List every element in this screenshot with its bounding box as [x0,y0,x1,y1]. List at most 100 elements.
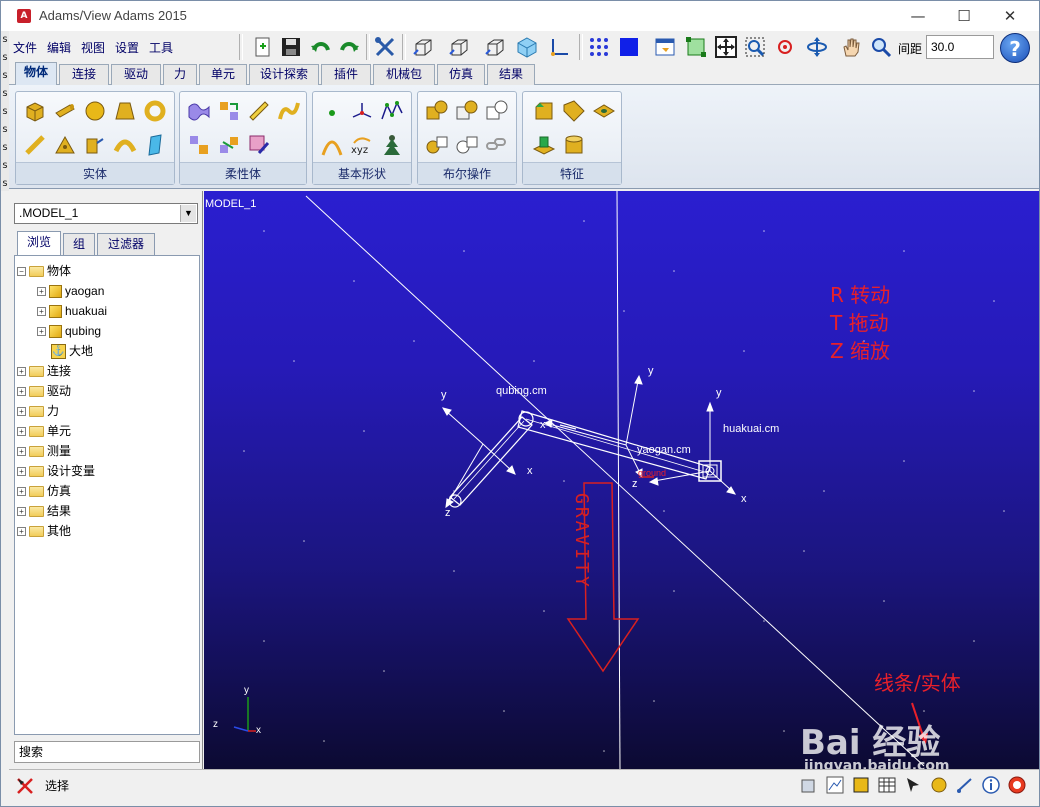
maximize-button[interactable]: ☐ [941,1,987,31]
boolean-cut-tool[interactable] [484,98,510,124]
tree-node-design-variables[interactable]: + 设计变量 [17,462,95,480]
fillet-tool[interactable] [561,98,587,124]
tree-node-yaogan[interactable]: + yaogan [37,282,104,300]
minimize-button[interactable]: — [895,1,941,31]
expand-icon[interactable]: + [37,307,46,317]
tree-node-simulations[interactable]: + 仿真 [17,482,71,500]
boolean-merge-tool[interactable] [454,132,480,158]
extrusion-tool[interactable] [82,132,108,158]
menu-edit[interactable]: 编辑 [47,39,71,56]
tab-machinery[interactable]: 机械包 [373,64,435,85]
cylinder-tool[interactable] [52,98,78,124]
plane-tool[interactable] [142,132,168,158]
statusbar-arrow-button[interactable] [901,773,925,797]
fit-view-button[interactable] [682,34,710,60]
grid-button[interactable] [585,34,613,60]
coordinate-axes-button[interactable] [545,34,573,60]
hollow-tool[interactable] [561,132,587,158]
center-button[interactable] [771,34,799,60]
tab-design-exploration[interactable]: 设计探索 [249,64,319,85]
tab-results[interactable]: 结果 [487,64,535,85]
background-color-button[interactable] [615,34,643,60]
model-selector[interactable]: .MODEL_1 ▼ [14,203,198,224]
statusbar-table-button[interactable] [875,773,899,797]
menu-tools[interactable]: 工具 [149,39,173,56]
view-front-button[interactable] [445,34,473,60]
tab-forces[interactable]: 力 [163,64,197,85]
save-button[interactable] [277,34,305,60]
revolution-tool[interactable] [112,132,138,158]
tab-bodies[interactable]: 物体 [15,62,57,86]
tools-button[interactable] [371,34,399,60]
polyline-tool[interactable] [379,98,405,124]
flex-surface-tool[interactable] [186,98,212,124]
expand-icon[interactable]: + [17,387,26,397]
flex-swap-tool[interactable] [216,132,242,158]
undo-button[interactable] [307,34,335,60]
zoom-button[interactable] [867,34,895,60]
menu-view[interactable]: 视图 [81,39,105,56]
expand-icon[interactable]: + [17,467,26,477]
new-model-button[interactable] [249,34,277,60]
expand-icon[interactable]: + [37,287,46,297]
tree-node-ground[interactable]: ⚓ 大地 [51,342,93,360]
statusbar-wireframe-toggle[interactable] [927,773,951,797]
view-side-button[interactable] [481,34,509,60]
frustum-tool[interactable] [112,98,138,124]
boolean-split-tool[interactable] [424,132,450,158]
flex-edit-tool[interactable] [246,132,272,158]
expand-icon[interactable]: + [37,327,46,337]
flex-spline-tool[interactable] [276,98,302,124]
tab-plugins[interactable]: 插件 [321,64,371,85]
statusbar-plot-button[interactable] [823,773,847,797]
tab-simulation[interactable]: 仿真 [437,64,485,85]
tree-node-bodies[interactable]: − 物体 [17,262,71,280]
view-iso-button[interactable] [409,34,437,60]
zoom-box-button[interactable] [741,34,769,60]
expand-icon[interactable]: + [17,527,26,537]
qubing-body[interactable] [448,411,534,508]
tree-node-results[interactable]: + 结果 [17,502,71,520]
boss-tool[interactable] [531,132,557,158]
marker-tool[interactable] [349,98,375,124]
box-tool[interactable] [22,98,48,124]
shaded-view-button[interactable] [513,34,541,60]
zoom-extent-button[interactable] [712,34,740,60]
redo-button[interactable] [335,34,363,60]
statusbar-stop-button[interactable] [1005,773,1029,797]
expand-icon[interactable]: + [17,507,26,517]
collapse-icon[interactable]: − [17,267,26,277]
tab-motions[interactable]: 驱动 [111,64,161,85]
tree-node-huakuai[interactable]: + huakuai [37,302,107,320]
tree-node-measures[interactable]: + 测量 [17,442,71,460]
sphere-tool[interactable] [82,98,108,124]
tree-node-elements[interactable]: + 单元 [17,422,71,440]
link-tool[interactable] [22,132,48,158]
flex-beam-tool[interactable] [246,98,272,124]
pan-button[interactable] [837,34,865,60]
model-viewport[interactable]: MODEL_1 qubing.cm yaogan.cm huakuai.cm g… [204,191,1039,769]
tree-node-motions[interactable]: + 驱动 [17,382,71,400]
distance-input[interactable]: 30.0 [926,35,994,59]
spline-xyz-tool[interactable]: xyz [349,132,375,158]
tab-groups[interactable]: 组 [63,233,95,255]
plate-tool[interactable] [52,132,78,158]
tab-browse[interactable]: 浏览 [17,231,61,255]
chevron-down-icon[interactable]: ▼ [180,205,196,222]
flex-convert-tool[interactable] [216,98,242,124]
window-layout-button[interactable] [651,34,679,60]
tree-node-other[interactable]: + 其他 [17,522,71,540]
expand-icon[interactable]: + [17,367,26,377]
statusbar-info-button[interactable] [979,773,1003,797]
expand-icon[interactable]: + [17,447,26,457]
tree-node-qubing[interactable]: + qubing [37,322,101,340]
tree-shape-tool[interactable] [379,132,405,158]
menu-settings[interactable]: 设置 [115,39,139,56]
close-button[interactable]: ✕ [987,1,1033,31]
help-button[interactable]: ? [1000,33,1030,63]
hole-tool[interactable] [591,98,617,124]
expand-icon[interactable]: + [17,427,26,437]
flex-import-tool[interactable] [186,132,212,158]
statusbar-color-button[interactable] [849,773,873,797]
boolean-chain-tool[interactable] [484,132,510,158]
